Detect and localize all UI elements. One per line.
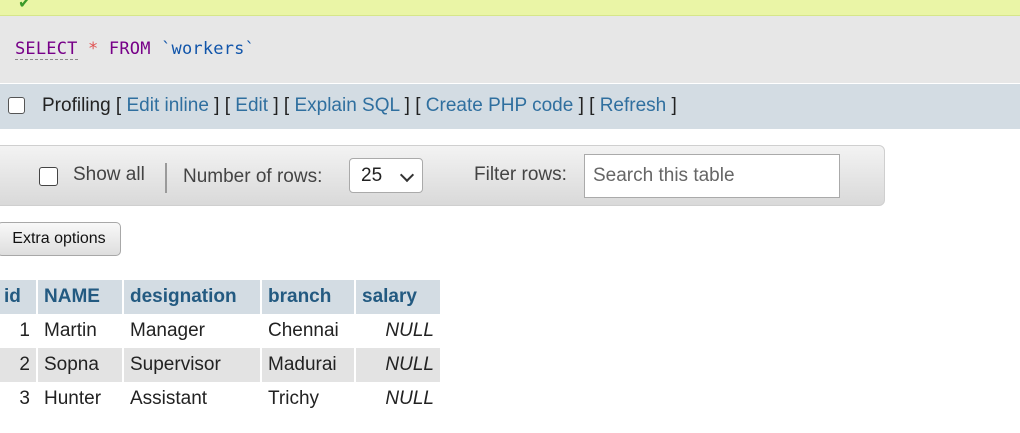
filter-rows-label: Filter rows: xyxy=(474,164,567,185)
cell-branch[interactable]: Chennai xyxy=(262,314,354,348)
edit-inline-link[interactable]: Edit inline xyxy=(127,95,209,116)
show-all-checkbox[interactable] xyxy=(39,167,58,186)
profiling-label: Profiling xyxy=(42,95,111,116)
explain-sql-link[interactable]: Explain SQL xyxy=(294,95,399,116)
cell-salary[interactable]: NULL xyxy=(356,348,440,382)
column-header-id[interactable]: id xyxy=(0,280,36,314)
cell-salary[interactable]: NULL xyxy=(356,314,440,348)
nav-divider xyxy=(165,163,167,193)
edit-link[interactable]: Edit xyxy=(235,95,268,116)
cell-designation[interactable]: Supervisor xyxy=(124,348,260,382)
rows-label: Number of rows: xyxy=(183,166,323,187)
show-all-label[interactable]: Show all xyxy=(73,164,145,186)
cell-designation[interactable]: Manager xyxy=(124,314,260,348)
success-message-strip: ✔ xyxy=(0,0,1020,16)
cell-name[interactable]: Sopna xyxy=(38,348,122,382)
sql-keyword-select[interactable]: SELECT xyxy=(15,39,78,60)
cell-branch[interactable]: Madurai xyxy=(262,348,354,382)
create-php-code-link[interactable]: Create PHP code xyxy=(426,95,574,116)
results-table: id NAME designation branch salary 1 Mart… xyxy=(0,280,442,416)
table-row[interactable]: 2 Sopna Supervisor Madurai NULL xyxy=(0,348,440,382)
column-header-branch[interactable]: branch xyxy=(262,280,354,314)
query-options-links: Profiling [ Edit inline ] [ Edit ] [ Exp… xyxy=(42,95,677,116)
column-header-salary[interactable]: salary xyxy=(356,280,440,314)
column-header-name[interactable]: NAME xyxy=(38,280,122,314)
cell-id[interactable]: 3 xyxy=(0,382,36,416)
cell-id[interactable]: 1 xyxy=(0,314,36,348)
cell-branch[interactable]: Trichy xyxy=(262,382,354,416)
cell-designation[interactable]: Assistant xyxy=(124,382,260,416)
filter-rows-input[interactable] xyxy=(584,154,840,198)
column-header-designation[interactable]: designation xyxy=(124,280,260,314)
rows-per-page-value: 25 xyxy=(361,165,383,186)
table-row[interactable]: 1 Martin Manager Chennai NULL xyxy=(0,314,440,348)
sql-keyword-from: FROM xyxy=(108,39,151,59)
results-header-row: id NAME designation branch salary xyxy=(0,280,440,314)
sql-star: * xyxy=(88,39,99,59)
show-all-checkbox-wrap[interactable] xyxy=(39,167,58,191)
extra-options-button[interactable]: Extra options xyxy=(0,222,121,256)
profiling-checkbox[interactable] xyxy=(8,97,25,114)
check-icon: ✔ xyxy=(18,0,32,12)
sql-table-name: `workers` xyxy=(161,39,256,59)
cell-name[interactable]: Hunter xyxy=(38,382,122,416)
table-row[interactable]: 3 Hunter Assistant Trichy NULL xyxy=(0,382,440,416)
sql-query[interactable]: SELECT * FROM `workers` xyxy=(15,39,256,60)
cell-id[interactable]: 2 xyxy=(0,348,36,382)
profiling-checkbox-wrap[interactable] xyxy=(8,97,25,120)
cell-name[interactable]: Martin xyxy=(38,314,122,348)
chevron-down-icon xyxy=(399,167,415,183)
refresh-link[interactable]: Refresh xyxy=(600,95,667,116)
rows-per-page-select[interactable]: 25 xyxy=(349,158,423,193)
cell-salary[interactable]: NULL xyxy=(356,382,440,416)
